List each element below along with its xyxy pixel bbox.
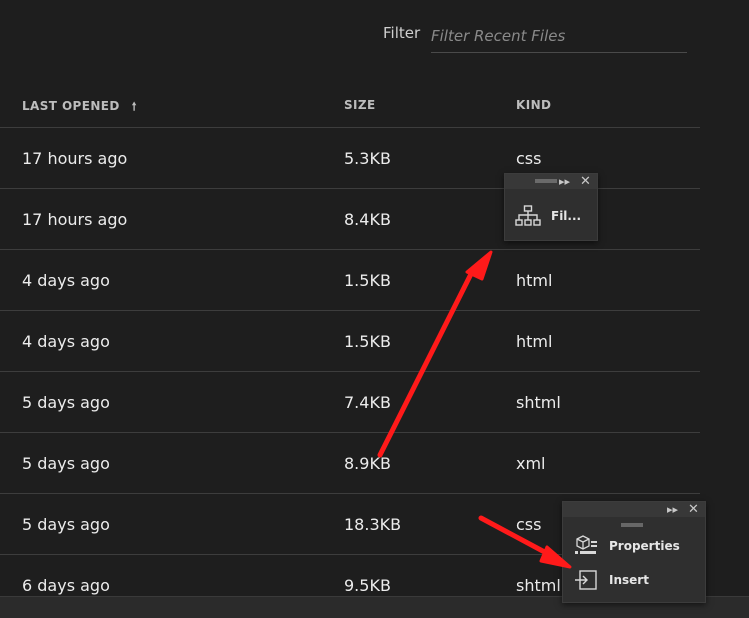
table-row[interactable]: 5 days ago 8.9KB xml [0, 433, 700, 494]
column-header-kind[interactable]: KIND [516, 98, 551, 112]
cell-last-opened: 6 days ago [22, 576, 110, 595]
cell-size: 1.5KB [344, 271, 391, 290]
cell-kind: css [516, 149, 542, 168]
properties-icon [573, 535, 599, 557]
cell-kind: xml [516, 454, 546, 473]
filter-label: Filter [383, 24, 421, 42]
panel-title-bar[interactable]: ▸▸ ✕ [563, 502, 705, 527]
cell-kind: html [516, 271, 553, 290]
cell-size: 1.5KB [344, 332, 391, 351]
cell-kind: html [516, 332, 553, 351]
cell-last-opened: 17 hours ago [22, 149, 128, 168]
sitemap-icon [515, 205, 541, 227]
column-header-last-opened[interactable]: LAST OPENED 🠕 [22, 98, 137, 117]
drag-grip-icon[interactable] [621, 523, 643, 527]
files-panel: ▸▸ ✕ Fil... [504, 173, 598, 241]
column-header-size[interactable]: SIZE [344, 98, 376, 112]
table-row[interactable]: 4 days ago 1.5KB html [0, 250, 700, 311]
cell-size: 8.9KB [344, 454, 391, 473]
filter-input[interactable] [431, 20, 687, 53]
cell-size: 7.4KB [344, 393, 391, 412]
table-row[interactable]: 5 days ago 7.4KB shtml [0, 372, 700, 433]
cell-kind: css [516, 515, 542, 534]
close-icon[interactable]: ✕ [688, 502, 699, 517]
sort-ascending-icon: 🠕 [131, 100, 137, 113]
panel-item-label: Insert [609, 573, 649, 587]
close-icon[interactable]: ✕ [580, 174, 591, 189]
panel-item-insert[interactable]: Insert [563, 563, 705, 597]
cell-kind: shtml [516, 393, 561, 412]
panel-title-bar[interactable]: ▸▸ ✕ [505, 174, 597, 189]
cell-last-opened: 4 days ago [22, 271, 110, 290]
double-chevron-right-icon[interactable]: ▸▸ [559, 174, 570, 189]
panel-item-properties[interactable]: Properties [563, 529, 705, 563]
cell-last-opened: 5 days ago [22, 454, 110, 473]
cell-last-opened: 17 hours ago [22, 210, 128, 229]
insert-icon [573, 569, 599, 591]
cell-last-opened: 5 days ago [22, 515, 110, 534]
cell-size: 18.3KB [344, 515, 402, 534]
table-row[interactable]: 4 days ago 1.5KB html [0, 311, 700, 372]
panel-item-files[interactable]: Fil... [505, 199, 597, 233]
cell-size: 8.4KB [344, 210, 391, 229]
properties-insert-panel: ▸▸ ✕ Properties Insert [562, 501, 706, 603]
panel-item-label: Fil... [551, 209, 582, 223]
cell-last-opened: 5 days ago [22, 393, 110, 412]
drag-grip-icon[interactable] [535, 179, 557, 183]
cell-last-opened: 4 days ago [22, 332, 110, 351]
cell-size: 5.3KB [344, 149, 391, 168]
double-chevron-right-icon[interactable]: ▸▸ [667, 502, 678, 517]
panel-item-label: Properties [609, 539, 680, 553]
column-header-label: LAST OPENED [22, 99, 120, 113]
cell-size: 9.5KB [344, 576, 391, 595]
cell-kind: shtml [516, 576, 561, 595]
